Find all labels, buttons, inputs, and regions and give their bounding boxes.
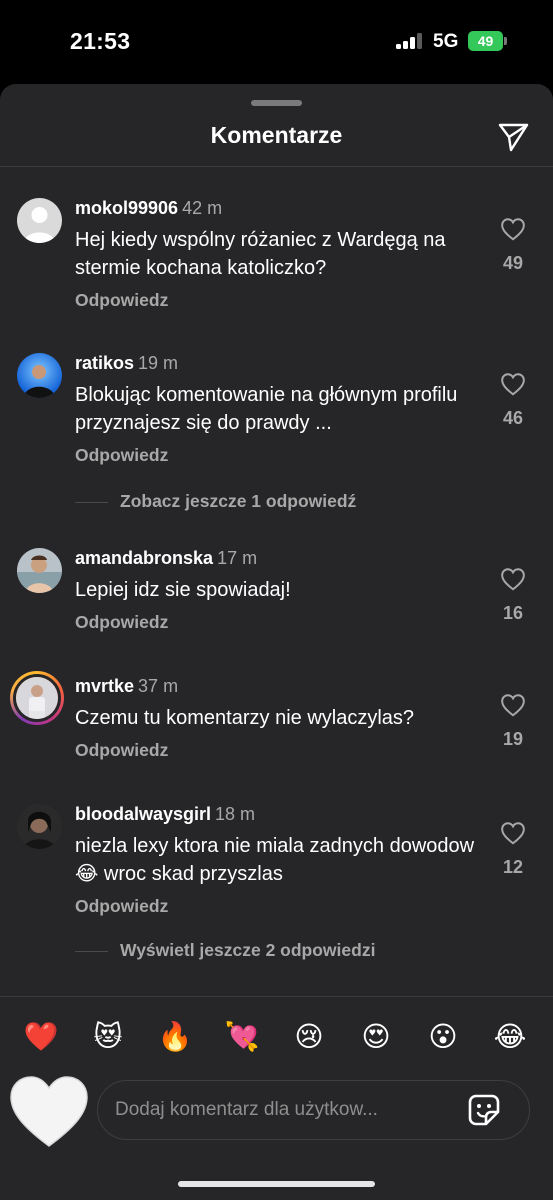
comment-time: 18 m	[215, 804, 256, 824]
sticker-icon[interactable]	[467, 1093, 501, 1127]
tears-of-joy-emoji-button[interactable]: 😂	[490, 1020, 530, 1054]
heart-icon[interactable]	[500, 217, 526, 241]
avatar[interactable]	[17, 198, 62, 243]
status-time: 21:53	[70, 28, 131, 54]
heart-arrow-emoji-button[interactable]: 💘	[222, 1020, 262, 1054]
comment-text: niezla lexy ktora nie miala zadnych dowo…	[75, 835, 475, 885]
avatar[interactable]	[17, 548, 62, 593]
reply-button[interactable]: Odpowiedz	[75, 290, 168, 311]
quick-reactions-bar: ❤️ 😻 🔥 💘 😢 😍 😮 😂	[0, 1020, 553, 1060]
surprised-face-emoji-button[interactable]: 😮	[423, 1020, 463, 1054]
avatar[interactable]	[17, 804, 62, 849]
comment-time: 37 m	[138, 676, 179, 696]
reply-button[interactable]: Odpowiedz	[75, 612, 168, 633]
comment-composer	[97, 1080, 530, 1140]
heart-eyes-emoji-button[interactable]: 😍	[356, 1020, 396, 1054]
view-more-replies[interactable]: Wyświetl jeszcze 2 odpowiedzi	[0, 940, 553, 964]
comment-username[interactable]: bloodalwaysgirl 18 m	[75, 804, 255, 825]
like-count: 49	[502, 253, 524, 273]
divider	[0, 166, 553, 167]
crying-face-emoji-button[interactable]: 😢	[289, 1020, 329, 1054]
fire-emoji-button[interactable]: 🔥	[155, 1020, 195, 1054]
heart-icon[interactable]	[500, 693, 526, 717]
reply-button[interactable]: Odpowiedz	[75, 896, 168, 917]
reply-button[interactable]: Odpowiedz	[75, 445, 168, 466]
view-more-replies[interactable]: Zobacz jeszcze 1 odpowiedź	[0, 491, 553, 515]
reply-button[interactable]: Odpowiedz	[75, 740, 168, 761]
comment-text: Lepiej idz sie spowiadaj!	[75, 579, 291, 601]
heart-icon[interactable]	[500, 567, 526, 591]
network-label: 5G	[433, 31, 459, 52]
comment-text: Hej kiedy wspólny różaniec z Wardęgą na …	[75, 229, 446, 279]
like-count: 16	[502, 603, 524, 623]
comment-username[interactable]: amandabronska 17 m	[75, 548, 257, 569]
like-count: 19	[502, 729, 524, 749]
comment-username[interactable]: mvrtke 37 m	[75, 676, 178, 697]
divider	[0, 996, 553, 997]
comments-sheet: Komentarze mokol99906 42 m Hej kiedy wspó…	[0, 84, 553, 1200]
like-count: 46	[502, 408, 524, 428]
view-more-replies-label: Zobacz jeszcze 1 odpowiedź	[120, 491, 357, 511]
comment-time: 17 m	[217, 548, 258, 568]
divider	[75, 502, 108, 503]
home-indicator[interactable]	[178, 1181, 375, 1187]
battery-tip	[504, 37, 507, 45]
comment-time: 42 m	[182, 198, 223, 218]
comment-username[interactable]: ratikos 19 m	[75, 353, 178, 374]
sheet-title: Komentarze	[210, 122, 343, 148]
send-icon[interactable]	[496, 120, 530, 154]
like-count: 12	[502, 857, 524, 877]
divider	[75, 951, 108, 952]
avatar[interactable]	[17, 353, 62, 398]
comment-input[interactable]	[115, 1081, 455, 1139]
comment-text: Czemu tu komentarzy nie wylaczylas?	[75, 707, 415, 729]
heart-icon[interactable]	[500, 821, 526, 845]
heart-icon[interactable]	[500, 372, 526, 396]
comment-username[interactable]: mokol99906 42 m	[75, 198, 222, 219]
comment-time: 19 m	[138, 353, 179, 373]
avatar-story-ring[interactable]	[10, 671, 64, 725]
red-heart-emoji-button[interactable]: ❤️	[21, 1020, 61, 1054]
white-heart-icon[interactable]	[8, 1074, 90, 1150]
status-bar: 21:53 5G 49	[0, 0, 553, 84]
battery-icon: 49	[468, 31, 503, 51]
comment-text: Blokując komentowanie na głównym profilu…	[75, 384, 458, 434]
heart-eyes-cat-emoji-button[interactable]: 😻	[88, 1020, 128, 1054]
signal-icon	[396, 33, 426, 49]
view-more-replies-label: Wyświetl jeszcze 2 odpowiedzi	[120, 940, 376, 960]
sheet-grabber[interactable]	[251, 100, 302, 106]
